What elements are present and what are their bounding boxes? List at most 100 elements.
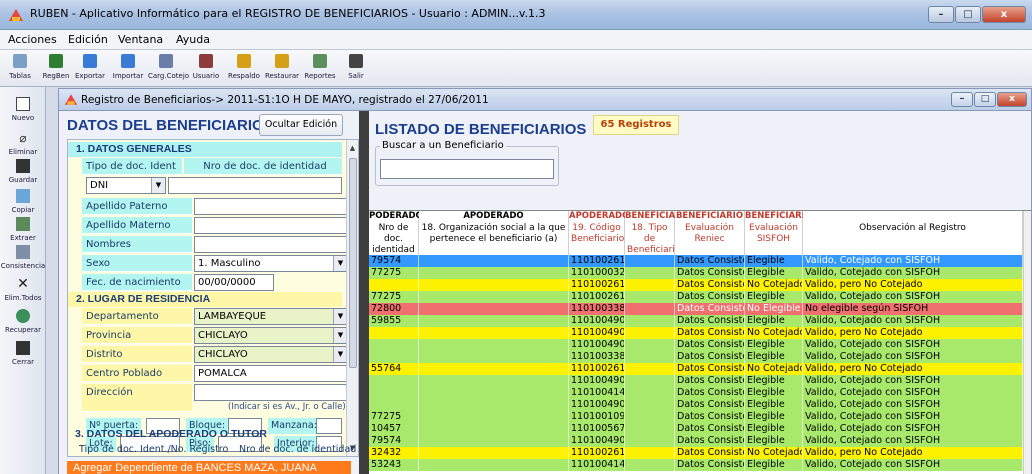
table-row[interactable]: 110100490770 Datos ConsistentesElegibleVa… <box>369 375 1031 387</box>
cerrar-button[interactable]: Cerrar <box>0 341 46 367</box>
district-select[interactable]: CHICLAYO ▼ <box>194 346 348 363</box>
table-row[interactable]: 32432 110100261834 Datos ConsistentesNo Co… <box>369 447 1031 459</box>
column-header[interactable]: BENEFICIARIO Evaluación Reniec <box>675 211 745 255</box>
child-minimize-button[interactable]: – <box>951 92 973 107</box>
table-cell: Datos Consistentes <box>675 363 745 375</box>
address-input[interactable] <box>194 384 348 401</box>
table-row[interactable]: 79574 110100261831 Datos ConsistentesElegi… <box>369 255 1031 267</box>
table-row[interactable]: 77275 110100109234 Datos ConsistentesElegi… <box>369 411 1031 423</box>
beneficiary-form-panel: DATOS DEL BENEFICIARIO Ocultar Edición 1… <box>59 111 359 474</box>
close-button[interactable]: x <box>982 6 1026 23</box>
table-row[interactable]: 110100490775 Datos ConsistentesElegibleVa… <box>369 339 1031 351</box>
table-row[interactable]: 110100261836 Datos ConsistentesNo Cotejad… <box>369 279 1031 291</box>
column-header[interactable]: Observación al Registro <box>803 211 1023 255</box>
beneficiary-window: Registro de Beneficiarios-> 2011-S1:1O H… <box>58 88 1032 474</box>
table-row[interactable]: 110100490771 Datos ConsistentesNo Cotejad… <box>369 327 1031 339</box>
town-input[interactable]: POMALCA <box>194 365 348 382</box>
table-cell <box>625 387 675 399</box>
delete-icon: ⌀ <box>19 131 27 145</box>
table-row[interactable]: 53243 110100414607 Datos ConsistentesElegi… <box>369 459 1031 471</box>
table-row[interactable]: 79574 110100490769 Datos ConsistentesElegi… <box>369 435 1031 447</box>
toolbar-tablas-button[interactable]: Tablas <box>2 52 38 81</box>
table-row[interactable]: 77275 110100032929 Datos ConsistentesElegi… <box>369 267 1031 279</box>
doc-type-select[interactable]: DNI ▼ <box>86 177 166 194</box>
form-scroll-area: 1. DATOS GENERALES Tipo de doc. Ident Nr… <box>67 139 359 457</box>
panel-splitter[interactable] <box>359 111 369 474</box>
menu-edicion[interactable]: Edición <box>68 33 108 46</box>
table-cell: Elegible <box>745 339 803 351</box>
toolbar-cargcotejo-button[interactable]: Carg.Cotejo <box>148 52 189 81</box>
toolbar-restaurar-button[interactable]: Restaurar <box>264 52 300 81</box>
column-header[interactable]: PODERADO Nro de doc. identidad <box>369 211 423 255</box>
department-label: Departamento <box>82 308 192 325</box>
maximize-button[interactable]: □ <box>955 6 981 23</box>
table-cell: 79574 <box>369 255 419 267</box>
add-dependent-bar[interactable]: Agregar Dependiente de BANCES MAZA, JUAN… <box>67 461 351 474</box>
birthdate-input[interactable]: 00/00/0000 <box>194 274 274 291</box>
chevron-down-icon: ▼ <box>333 347 347 362</box>
toolbar-respaldo-button[interactable]: Respaldo <box>226 52 262 81</box>
maternal-surname-input[interactable] <box>194 217 348 234</box>
hide-edit-button[interactable]: Ocultar Edición <box>259 114 343 136</box>
paternal-surname-input[interactable] <box>194 198 348 215</box>
table-cell <box>625 303 675 315</box>
table-row[interactable]: 110100414602 Datos ConsistentesElegibleVa… <box>369 387 1031 399</box>
app-icon <box>64 94 78 105</box>
table-row[interactable]: 55764 110100261833 Datos ConsistentesNo Co… <box>369 363 1031 375</box>
child-close-button[interactable]: x <box>997 92 1027 107</box>
column-group-label: APODERADO <box>569 211 630 221</box>
import-icon <box>121 54 135 68</box>
eliminar-button[interactable]: ⌀ Eliminar <box>0 131 46 157</box>
toolbar-usuario-button[interactable]: Usuario <box>188 52 224 81</box>
copy-icon <box>16 189 30 203</box>
scroll-up-icon[interactable]: ▲ <box>347 142 358 154</box>
table-row[interactable]: 110100338524 Datos ConsistentesElegibleVa… <box>369 351 1031 363</box>
menu-acciones[interactable]: Acciones <box>8 33 57 46</box>
sex-select[interactable]: 1. Masculino ▼ <box>194 255 348 272</box>
table-row[interactable]: 10457 110100567251 Datos ConsistentesElegi… <box>369 423 1031 435</box>
scroll-thumb[interactable] <box>349 158 357 368</box>
search-input[interactable] <box>380 159 554 179</box>
recuperar-button[interactable]: Recuperar <box>0 309 46 335</box>
province-select[interactable]: CHICLAYO ▼ <box>194 327 348 344</box>
toolbar-importar-button[interactable]: Importar <box>110 52 146 81</box>
birthdate-label: Fec. de nacimiento <box>82 274 192 291</box>
table-row[interactable]: 72800 110100338522 Datos ConsistentesNo El… <box>369 303 1031 315</box>
doc-type-label: Tipo de doc. Ident <box>82 158 182 175</box>
form-scrollbar[interactable]: ▲ ▼ <box>346 140 358 456</box>
menu-ayuda[interactable]: Ayuda <box>176 33 210 46</box>
table-cell: 53243 <box>369 459 419 471</box>
column-header[interactable]: APODERADO 19. Código Beneficiario <box>569 211 630 255</box>
column-header[interactable]: BENEFICIARIO Evaluación SISFOH <box>745 211 812 255</box>
copiar-button[interactable]: Copiar <box>0 189 46 215</box>
department-select[interactable]: LAMBAYEQUE ▼ <box>194 308 348 325</box>
toolbar-regben-button[interactable]: RegBen <box>38 52 74 81</box>
toolbar-reportes-button[interactable]: Reportes <box>302 52 338 81</box>
table-cell: Valido, Cotejado con SISFOH <box>803 387 1023 399</box>
table-scrollbar[interactable] <box>1023 211 1031 474</box>
column-header[interactable]: BENEFICIARIO 18. Tipo de Beneficiario <box>625 211 692 255</box>
column-header[interactable]: APODERADO 18. Organización social a la qu… <box>419 211 569 255</box>
extract-icon <box>16 217 30 231</box>
table-row[interactable]: 77275 110100261828 Datos ConsistentesElegi… <box>369 291 1031 303</box>
menu-ventana[interactable]: Ventana <box>118 33 163 46</box>
table-cell <box>369 399 419 411</box>
table-cell <box>625 363 675 375</box>
toolbar-exportar-button[interactable]: Exportar <box>72 52 108 81</box>
consistencia-button[interactable]: Consistencia <box>0 245 46 271</box>
table-row[interactable]: 59855 110100490774 Datos ConsistentesElegi… <box>369 315 1031 327</box>
guardar-button[interactable]: Guardar <box>0 159 46 185</box>
toolbar-salir-button[interactable]: Salir <box>338 52 374 81</box>
nuevo-button[interactable]: Nuevo <box>0 97 46 123</box>
delete-all-icon: ✕ <box>17 276 29 292</box>
table-cell <box>625 315 675 327</box>
names-input[interactable] <box>194 236 348 253</box>
elim-todos-button[interactable]: ✕ Elim.Todos <box>0 277 46 303</box>
column-title: Observación al Registro <box>859 223 966 233</box>
table-row[interactable]: 110100490772 Datos ConsistentesElegibleVa… <box>369 399 1031 411</box>
child-maximize-button[interactable]: □ <box>974 92 996 107</box>
minimize-button[interactable]: – <box>928 6 954 23</box>
table-cell: Elegible <box>745 255 803 267</box>
doc-number-input[interactable] <box>168 177 342 194</box>
extraer-button[interactable]: Extraer <box>0 217 46 243</box>
